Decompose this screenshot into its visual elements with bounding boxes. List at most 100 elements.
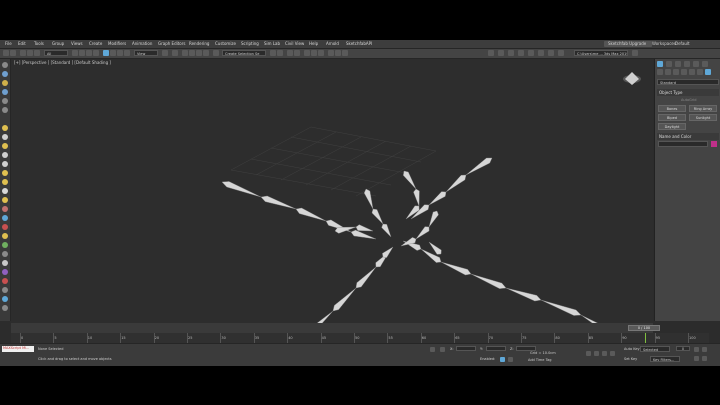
- bone-segment[interactable]: [350, 229, 377, 240]
- scene-icon-13[interactable]: [2, 305, 8, 311]
- viewport-label[interactable]: [+] [Perspective ] [Standard ] [Default …: [14, 60, 111, 65]
- biped-button[interactable]: Biped: [658, 114, 686, 121]
- select-and-place-icon[interactable]: [124, 50, 130, 56]
- plane-icon[interactable]: [2, 188, 8, 194]
- bone-segment[interactable]: [470, 273, 507, 289]
- layer-explorer-icon[interactable]: [294, 50, 300, 56]
- sketchfab-icon[interactable]: [488, 50, 494, 56]
- maximize-viewport-icon[interactable]: [702, 356, 707, 361]
- create-tab-icon[interactable]: [657, 61, 663, 67]
- sun-icon[interactable]: [2, 179, 8, 185]
- scene-icon-11[interactable]: [2, 287, 8, 293]
- key-mode-dropdown[interactable]: Selected: [640, 346, 670, 352]
- time-slider-thumb[interactable]: 0 / 100: [628, 325, 660, 331]
- redo-icon[interactable]: [10, 50, 16, 56]
- systems-icon[interactable]: [705, 69, 711, 75]
- scene-icon-7[interactable]: [2, 251, 8, 257]
- select-and-rotate-icon[interactable]: [110, 50, 116, 56]
- lights-icon[interactable]: [673, 69, 679, 75]
- bone-segment[interactable]: [415, 226, 430, 240]
- undo-icon[interactable]: [3, 50, 9, 56]
- play-icon[interactable]: [602, 351, 607, 356]
- select-and-scale-icon[interactable]: [117, 50, 123, 56]
- menu-item-create[interactable]: Create: [89, 41, 102, 46]
- sphere-icon[interactable]: [2, 134, 8, 140]
- system-icon[interactable]: [2, 215, 8, 221]
- particle-icon[interactable]: [2, 233, 8, 239]
- auto-key-button[interactable]: Auto Key: [624, 347, 640, 351]
- add-time-tag-label[interactable]: Add Time Tag: [528, 358, 552, 362]
- foliage-icon[interactable]: [2, 242, 8, 248]
- time-tag-icon[interactable]: [508, 357, 513, 362]
- bone-segment[interactable]: [332, 287, 357, 312]
- bone-segment[interactable]: [355, 224, 374, 232]
- menu-item-arnold[interactable]: Arnold: [326, 41, 339, 46]
- object-color-swatch[interactable]: [711, 141, 717, 147]
- scene-icon-10[interactable]: [2, 278, 8, 284]
- bone-segment[interactable]: [445, 174, 467, 193]
- daylight-button[interactable]: Daylight: [658, 123, 686, 130]
- bone-segment[interactable]: [381, 223, 392, 238]
- pivot-center-icon[interactable]: [162, 50, 168, 56]
- zoom-icon[interactable]: [694, 347, 699, 352]
- material-editor-icon[interactable]: [318, 50, 324, 56]
- bone-segment[interactable]: [428, 241, 442, 255]
- selection-lock-icon[interactable]: [440, 347, 445, 352]
- bone-segment[interactable]: [305, 310, 334, 337]
- motion-tab-icon[interactable]: [684, 61, 690, 67]
- cameras-icon[interactable]: [681, 69, 687, 75]
- bone-rig[interactable]: [221, 157, 619, 364]
- utilities-tab-icon[interactable]: [702, 61, 708, 67]
- menu-item-scripting[interactable]: Scripting: [241, 41, 259, 46]
- bone-segment[interactable]: [428, 210, 439, 228]
- orbit-icon[interactable]: [702, 347, 707, 352]
- toolbar-icon-g[interactable]: [558, 50, 564, 56]
- bone-segment[interactable]: [363, 188, 374, 210]
- menu-item-customize[interactable]: Customize: [215, 41, 236, 46]
- helpers-icon[interactable]: [689, 69, 695, 75]
- bone-segment[interactable]: [413, 188, 420, 207]
- object-type-rollout[interactable]: Object Type: [657, 89, 719, 96]
- y-coordinate-field[interactable]: [486, 346, 506, 351]
- menu-item-sketchfabapi[interactable]: SketchfabAPI: [346, 41, 372, 46]
- hierarchy-tab-icon[interactable]: [675, 61, 681, 67]
- geometry-icon[interactable]: [657, 69, 663, 75]
- toolbar-icon-f[interactable]: [548, 50, 554, 56]
- menu-item-edit[interactable]: Edit: [18, 41, 26, 46]
- menu-item-views[interactable]: Views: [71, 41, 83, 46]
- scene-icon-8[interactable]: [2, 260, 8, 266]
- ring-array-button[interactable]: Ring Array: [689, 105, 717, 112]
- bone-segment[interactable]: [403, 170, 417, 190]
- menu-item-animation[interactable]: Animation: [132, 41, 152, 46]
- edit-named-selection-icon[interactable]: [213, 50, 219, 56]
- bone-segment[interactable]: [295, 207, 327, 222]
- render-setup-icon[interactable]: [328, 50, 334, 56]
- bone-segment[interactable]: [505, 287, 542, 302]
- shapes-icon[interactable]: [665, 69, 671, 75]
- keyboard-shortcut-override-icon[interactable]: [172, 50, 178, 56]
- scene-icon-12[interactable]: [2, 296, 8, 302]
- bone-icon[interactable]: [2, 224, 8, 230]
- scene-icon-3[interactable]: [2, 80, 8, 86]
- bone-segment[interactable]: [382, 246, 394, 258]
- scene-icon-9[interactable]: [2, 269, 8, 275]
- select-object-icon[interactable]: [72, 50, 78, 56]
- bone-segment[interactable]: [465, 157, 493, 176]
- scene-icon-5[interactable]: [2, 98, 8, 104]
- x-coordinate-field[interactable]: [456, 346, 476, 351]
- teapot-icon[interactable]: [2, 170, 8, 176]
- track-bar[interactable]: [11, 333, 709, 343]
- toolbar-icon-c[interactable]: [518, 50, 524, 56]
- helper-icon[interactable]: [2, 197, 8, 203]
- light-icon[interactable]: [2, 125, 8, 131]
- menu-item-file[interactable]: File: [5, 41, 12, 46]
- maxscript-listener[interactable]: MAXScript Mi...: [2, 346, 34, 352]
- go-to-start-icon[interactable]: [586, 351, 591, 356]
- spacewarp-icon[interactable]: [2, 206, 8, 212]
- link-icon[interactable]: [20, 50, 26, 56]
- previous-frame-icon[interactable]: [594, 351, 599, 356]
- reference-coordinate-dropdown[interactable]: View: [134, 50, 158, 56]
- toolbar-icon-a[interactable]: [498, 50, 504, 56]
- align-icon[interactable]: [277, 50, 283, 56]
- snaps-toggle-icon[interactable]: [182, 50, 188, 56]
